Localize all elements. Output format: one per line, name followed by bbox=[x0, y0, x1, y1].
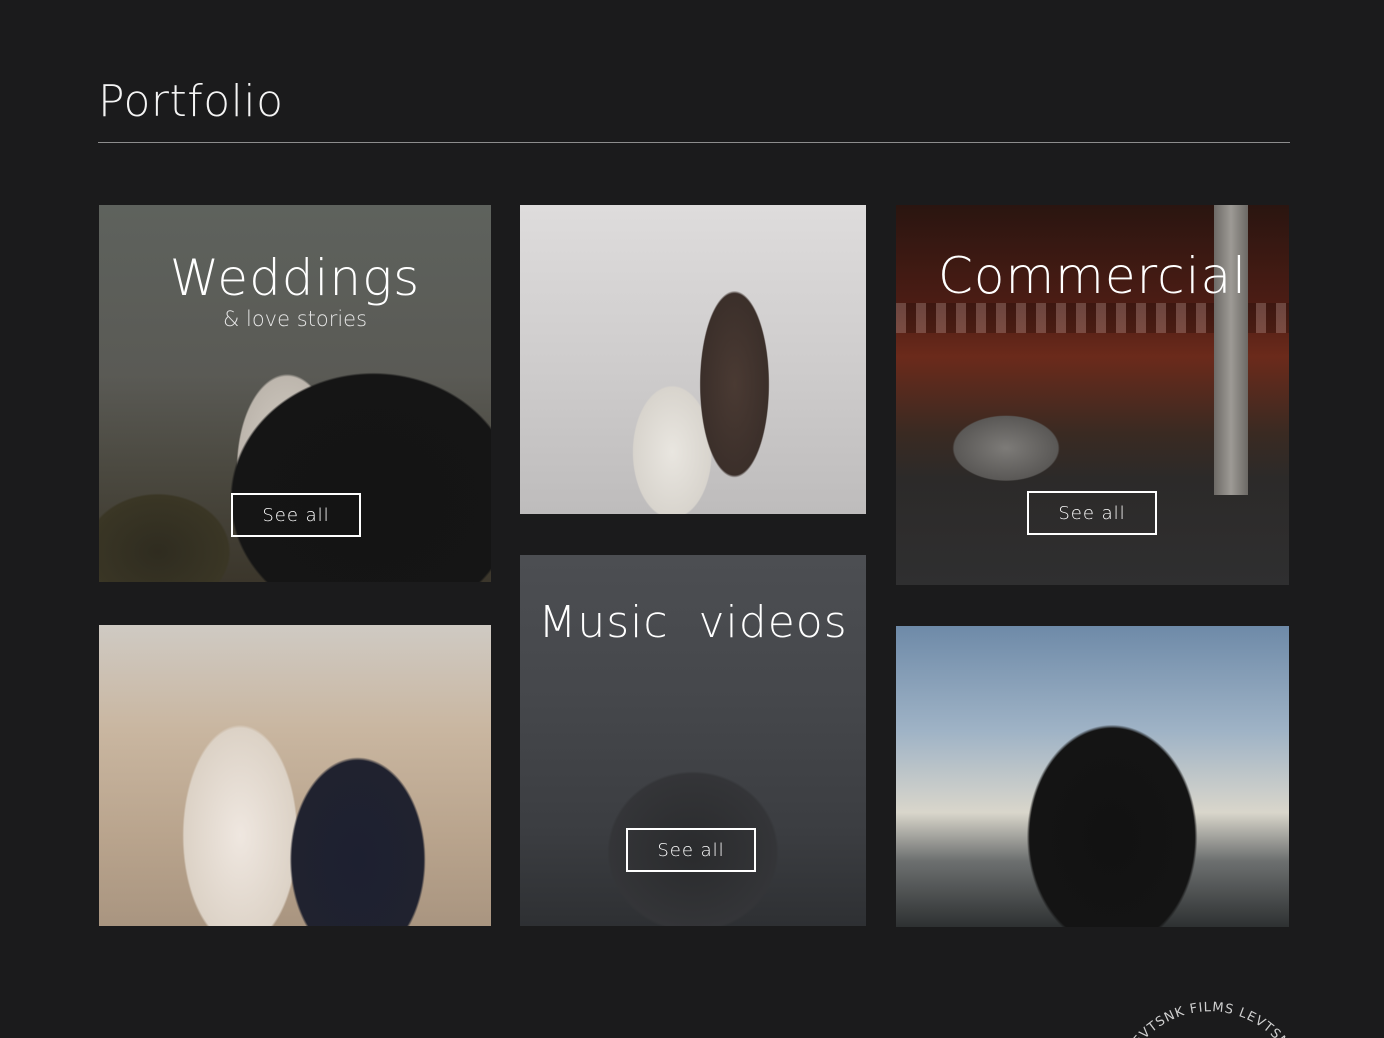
music-videos-title: Music videos bbox=[538, 597, 848, 648]
music-videos-tile[interactable]: Music videos See all bbox=[520, 555, 866, 926]
page-title: Portfolio bbox=[98, 76, 284, 127]
couple-image-tile[interactable] bbox=[99, 625, 491, 926]
commercial-see-all-button[interactable]: See all bbox=[1027, 491, 1157, 535]
weddings-subtitle: & love stories bbox=[222, 307, 368, 331]
couple-photo bbox=[99, 625, 491, 926]
commercial-tile[interactable]: Commercial See all bbox=[896, 205, 1289, 585]
svg-text:LEVTSNK FILMS LEVTSNK: LEVTSNK FILMS LEVTSNK bbox=[1125, 1000, 1298, 1038]
motorcyclist-image-tile[interactable] bbox=[896, 626, 1289, 927]
brand-stamp-text: LEVTSNK FILMS LEVTSNK bbox=[1125, 1000, 1297, 1038]
weddings-title: Weddings bbox=[169, 249, 421, 307]
guitarist-image-tile[interactable] bbox=[520, 205, 866, 514]
brand-stamp-logo: LEVTSNK FILMS LEVTSNK bbox=[1125, 1000, 1298, 1038]
portfolio-page: Portfolio Weddings & love stories See al… bbox=[0, 0, 1384, 1038]
commercial-title: Commercial bbox=[937, 247, 1248, 305]
guitarist-photo bbox=[520, 205, 866, 514]
weddings-tile[interactable]: Weddings & love stories See all bbox=[99, 205, 491, 582]
music-videos-see-all-button[interactable]: See all bbox=[626, 828, 756, 872]
weddings-see-all-button[interactable]: See all bbox=[231, 493, 361, 537]
motorcyclist-photo bbox=[896, 626, 1289, 927]
title-divider bbox=[98, 142, 1290, 143]
